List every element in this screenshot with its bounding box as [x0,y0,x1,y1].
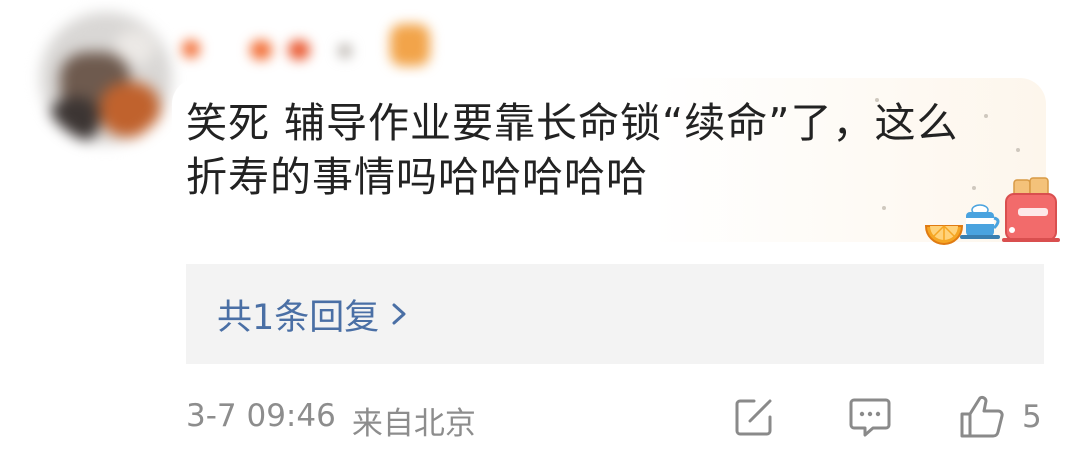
comment-text-line-1: 笑死 辅导作业要靠长命锁“续命”了，这么 [186,99,959,147]
like-count: 5 [1022,399,1042,435]
breakfast-decoration-icon [924,177,1060,245]
comment-location: 来自北京 [351,406,476,442]
orange-slice-icon [924,225,964,245]
edit-square-icon [735,399,772,436]
comment-time: 3-7 09:46 [186,398,336,434]
username-blurred[interactable] [178,14,448,74]
chevron-right-icon [392,303,406,325]
comment-bubble-icon [849,398,891,437]
toaster-icon [1002,177,1060,242]
like-button[interactable]: 5 [958,392,1042,442]
comment-meta: 3-7 09:46 来自北京 [186,398,476,443]
edit-button[interactable] [732,392,776,442]
comment-text: 笑死 辅导作业要靠长命锁“续命”了，这么 折寿的事情吗哈哈哈哈哈 [186,96,1006,204]
thumbs-up-icon [960,395,1004,438]
replies-panel: 共1条回复 [186,264,1044,364]
replies-count-label: 共1条回复 [217,297,380,338]
avatar[interactable] [40,12,172,144]
comment-button[interactable] [847,392,893,442]
cup-icon [960,204,1000,239]
comment-text-line-2: 折寿的事情吗哈哈哈哈哈 [186,153,648,201]
view-replies-link[interactable]: 共1条回复 [217,291,409,338]
